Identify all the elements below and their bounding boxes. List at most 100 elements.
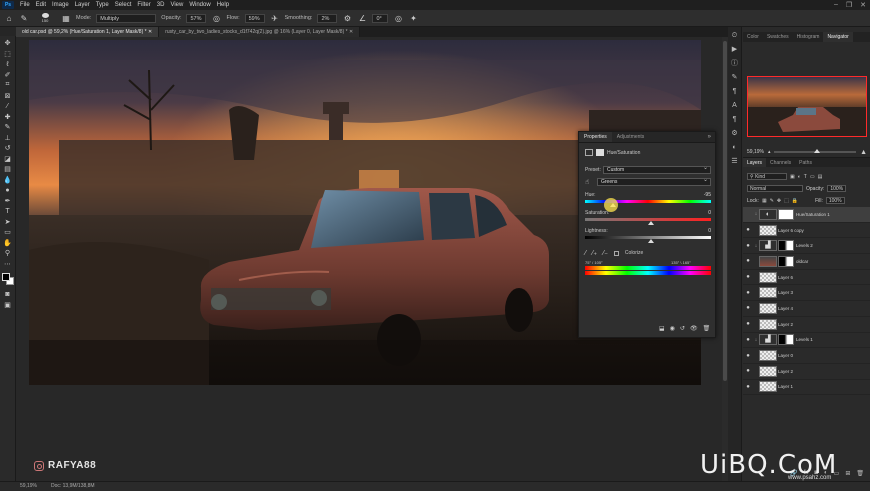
- hue-value[interactable]: -95: [704, 192, 711, 198]
- clip-to-layer-icon[interactable]: ⬓: [659, 325, 665, 332]
- visibility-eye-icon[interactable]: ●: [743, 243, 753, 249]
- brush-tool-icon[interactable]: ✎: [2, 122, 14, 133]
- visibility-eye-icon[interactable]: ●: [743, 258, 753, 264]
- zoom-slider-knob[interactable]: [813, 149, 820, 153]
- layer-name[interactable]: oldcar: [796, 259, 808, 264]
- layer-row[interactable]: ● Layer 2: [743, 317, 870, 333]
- menu-select[interactable]: Select: [112, 2, 135, 8]
- eyedropper-tool-icon[interactable]: ⁄: [2, 101, 14, 112]
- lightness-value[interactable]: 0: [708, 228, 711, 234]
- path-select-tool-icon[interactable]: ➤: [2, 217, 14, 228]
- eyedropper-icon[interactable]: ⁄: [585, 250, 586, 257]
- smoothing-field[interactable]: 2%: [317, 13, 338, 23]
- preset-select[interactable]: Custom: [603, 165, 711, 174]
- brush-settings-icon[interactable]: ▦: [61, 13, 71, 23]
- layer-thumbnail[interactable]: [759, 302, 777, 314]
- layer-name[interactable]: Layer 2: [778, 322, 793, 327]
- menu-view[interactable]: View: [167, 2, 186, 8]
- tab-properties[interactable]: Properties: [579, 132, 612, 142]
- filter-shape-icon[interactable]: ▭: [810, 174, 815, 180]
- layer-thumbnail[interactable]: [759, 318, 777, 330]
- close-button[interactable]: ✕: [860, 1, 866, 9]
- menu-help[interactable]: Help: [214, 2, 232, 8]
- layer-thumbnail[interactable]: [759, 287, 777, 299]
- eyedropper-add-icon[interactable]: ⁄₊: [592, 249, 597, 257]
- lock-all-icon[interactable]: 🔒: [792, 198, 798, 204]
- character-icon[interactable]: A: [730, 101, 739, 110]
- layer-row[interactable]: ● oldcar: [743, 254, 870, 270]
- navigator-preview[interactable]: [747, 76, 867, 137]
- crop-tool-icon[interactable]: ⌗: [2, 80, 14, 91]
- layer-name[interactable]: Levels 1: [796, 337, 813, 342]
- symmetry-icon[interactable]: ✦: [408, 13, 418, 23]
- tab-swatches[interactable]: Swatches: [763, 32, 793, 42]
- layer-thumbnail[interactable]: [759, 365, 777, 377]
- brush-tool-icon[interactable]: ✎: [19, 13, 29, 23]
- info-icon[interactable]: ⓘ: [730, 59, 739, 68]
- libraries-icon[interactable]: ☰: [730, 157, 739, 166]
- opacity-field[interactable]: 57%: [186, 13, 207, 23]
- quick-select-tool-icon[interactable]: ✐: [2, 70, 14, 81]
- visibility-eye-icon[interactable]: ●: [743, 274, 753, 280]
- layer-opacity-field[interactable]: 100%: [827, 185, 847, 192]
- airbrush-icon[interactable]: ✈: [270, 13, 280, 23]
- saturation-value[interactable]: 0: [708, 210, 711, 216]
- layer-mask-thumbnail[interactable]: [778, 255, 794, 267]
- status-zoom[interactable]: 59,19%: [20, 482, 37, 491]
- zoom-tool-icon[interactable]: ⚲: [2, 248, 14, 259]
- menu-image[interactable]: Image: [49, 2, 72, 8]
- lock-pixels-icon[interactable]: ▦: [762, 198, 767, 204]
- minimize-button[interactable]: –: [834, 1, 838, 9]
- tab-old-car[interactable]: old car.psd @ 59,2% (Hue/Saturation 1, L…: [16, 27, 160, 37]
- color-swatches[interactable]: [1, 273, 14, 285]
- dodge-tool-icon[interactable]: ●: [2, 185, 14, 196]
- layer-row[interactable]: ● Layer 1: [743, 380, 870, 396]
- visibility-icon[interactable]: 👁: [690, 325, 698, 332]
- layer-row[interactable]: ● Layer 0: [743, 348, 870, 364]
- view-previous-icon[interactable]: ◉: [670, 325, 675, 332]
- menu-file[interactable]: File: [17, 2, 33, 8]
- pressure-size-icon[interactable]: ◎: [393, 13, 403, 23]
- kind-filter-select[interactable]: ⚲ Kind: [747, 173, 787, 180]
- layer-thumbnail[interactable]: ◐: [759, 208, 777, 220]
- foreground-color[interactable]: [1, 273, 10, 281]
- layer-name[interactable]: Layer 6 copy: [778, 228, 804, 233]
- layer-row[interactable]: ● ↓ ▟ Levels 1: [743, 333, 870, 349]
- layer-name[interactable]: Layer 6: [778, 275, 793, 280]
- blend-mode-select[interactable]: Normal: [747, 185, 803, 192]
- brush-preset-picker[interactable]: 150: [34, 13, 56, 23]
- filter-smart-icon[interactable]: ▤: [818, 174, 823, 180]
- layer-row[interactable]: ● Layer 4: [743, 301, 870, 317]
- layer-mask-thumbnail[interactable]: [778, 334, 794, 346]
- new-layer-icon[interactable]: ⊞: [845, 470, 850, 480]
- layer-name[interactable]: Layer 1: [778, 384, 793, 389]
- trash-icon[interactable]: 🗑: [703, 325, 711, 332]
- layer-name[interactable]: Levels 2: [796, 243, 813, 248]
- glyphs-icon[interactable]: ¶: [730, 115, 739, 124]
- layer-name[interactable]: Layer 2: [778, 369, 793, 374]
- filter-adjust-icon[interactable]: ◐: [798, 174, 801, 180]
- eraser-tool-icon[interactable]: ◪: [2, 154, 14, 165]
- visibility-eye-icon[interactable]: ●: [743, 211, 753, 217]
- mask-icon[interactable]: [596, 149, 604, 156]
- color-range-bar-bottom[interactable]: [585, 271, 711, 275]
- tab-histogram[interactable]: Histogram: [793, 32, 824, 42]
- tab-adjustments[interactable]: Adjustments: [612, 132, 650, 142]
- layer-thumbnail[interactable]: [759, 271, 777, 283]
- blur-tool-icon[interactable]: 💧: [2, 175, 14, 186]
- menu-3d[interactable]: 3D: [154, 2, 168, 8]
- menu-window[interactable]: Window: [186, 2, 213, 8]
- tab-color[interactable]: Color: [743, 32, 763, 42]
- brush-panel-icon[interactable]: ✎: [730, 73, 739, 82]
- history-icon[interactable]: ⏲: [730, 31, 739, 40]
- layer-thumbnail[interactable]: [759, 381, 777, 393]
- pressure-opacity-icon[interactable]: ◎: [211, 13, 221, 23]
- filter-pixel-icon[interactable]: ▣: [790, 174, 795, 180]
- channel-select[interactable]: Greens: [597, 177, 711, 186]
- tab-paths[interactable]: Paths: [795, 158, 816, 167]
- close-icon[interactable]: ✕: [349, 29, 353, 35]
- properties-panel-icon[interactable]: ⚙: [730, 129, 739, 138]
- play-icon[interactable]: ▶: [730, 45, 739, 54]
- layer-row[interactable]: ● Layer 6 copy: [743, 223, 870, 239]
- layer-row[interactable]: ● ↓ ▟ Levels 2: [743, 238, 870, 255]
